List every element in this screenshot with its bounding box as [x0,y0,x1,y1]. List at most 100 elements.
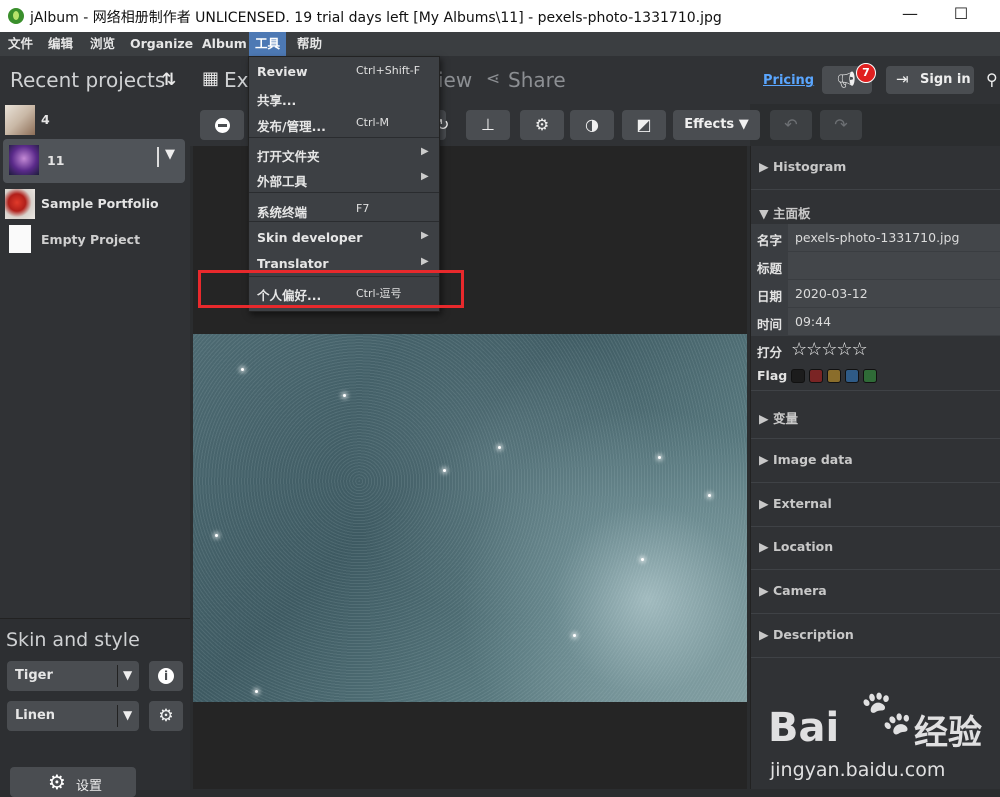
chevron-down-icon: ▼ [123,708,133,722]
jalbum-app-icon [8,8,24,24]
time-label: 时间 [757,317,783,332]
histogram-section[interactable]: ▶ Histogram [751,146,1000,190]
exposure-button[interactable]: ◩ [622,110,666,140]
gear-icon: ⚙ [158,706,174,726]
flag-green[interactable] [863,369,877,383]
rating-stars[interactable]: ☆☆☆☆☆ [791,339,868,360]
project-item-11[interactable]: 11 ▼ [3,139,185,183]
menu-item-shortcut: Ctrl-M [356,116,390,129]
sort-icon[interactable]: ⇅ [162,70,176,90]
project-name: 4 [41,112,50,127]
menu-album[interactable]: Album [196,32,253,56]
project-item-empty[interactable]: Empty Project [3,220,185,258]
highlight-box [198,270,464,308]
settings-button[interactable]: ⚙ 设置 [10,767,136,797]
megaphone-icon: 📢︎ [836,70,857,89]
menu-file[interactable]: 文件 [2,32,39,56]
project-thumbnail [5,105,35,135]
sign-in-icon: ⇥ [896,70,909,88]
project-item-4[interactable]: 4 [3,100,185,138]
zoom-out-button[interactable] [200,110,244,140]
chevron-down-icon[interactable]: ▼ [165,147,175,162]
menu-item-share[interactable]: 共享... [249,84,439,110]
section-header: ▶ Location [759,539,834,554]
menu-item-publish[interactable]: 发布/管理... Ctrl-M [249,110,439,136]
title-field[interactable] [788,252,1000,279]
info-icon: i [158,668,174,684]
settings-label: 设置 [76,779,103,794]
flag-red[interactable] [809,369,823,383]
menu-item-label: 共享... [257,93,297,108]
menu-item-skin-developer[interactable]: Skin developer ▶ [249,224,439,250]
undo-button[interactable]: ↶ [770,110,812,140]
skin-info-button[interactable]: i [149,661,183,691]
project-item-sample-portfolio[interactable]: Sample Portfolio [3,184,185,222]
variables-section[interactable]: ▶ 变量 [751,395,1000,439]
redo-button[interactable]: ↷ [820,110,862,140]
recent-projects-title: Recent projects [10,68,166,92]
time-value: 09:44 [795,314,832,329]
search-icon[interactable]: ⚲ [986,70,998,89]
flag-blue[interactable] [845,369,859,383]
watermark-url: jingyan.baidu.com [770,759,946,781]
photo-preview [193,334,747,702]
flag-row: Flag [751,362,1000,391]
menu-item-external-tools[interactable]: 外部工具 ▶ [249,165,439,191]
skin-settings-button[interactable]: ⚙ [149,701,183,731]
effects-button[interactable]: Effects ▼ [673,110,760,140]
divider [157,147,159,167]
undo-icon: ↶ [784,115,798,134]
menu-help[interactable]: 帮助 [291,32,328,56]
menu-item-label: Skin developer [257,230,363,245]
tab-share[interactable]: Share [508,68,566,92]
menu-item-review[interactable]: Review Ctrl+Shift-F [249,58,439,84]
location-section[interactable]: ▶ Location [751,526,1000,570]
main-panel-header: ▼ 主面板 [759,206,811,221]
watermark-jingyan: 经验 [914,713,982,753]
photo-detail [641,558,644,561]
section-header: ▶ Description [759,627,854,642]
menu-browse[interactable]: 浏览 [84,32,121,56]
external-section[interactable]: ▶ External [751,483,1000,527]
adjust-button[interactable]: ⚙ [520,110,564,140]
menu-organize[interactable]: Organize [124,32,199,56]
section-header: ▶ External [759,496,832,511]
watermark-bai: Bai [768,705,840,751]
pricing-link[interactable]: Pricing [763,73,814,88]
image-data-section[interactable]: ▶ Image data [751,439,1000,483]
style-select[interactable]: Linen ▼ [7,701,139,731]
gear-icon: ⚙ [48,770,66,794]
contrast-button[interactable]: ◑ [570,110,614,140]
minus-circle-icon [214,118,230,133]
menu-divider [249,192,439,193]
level-icon: ⊥ [481,115,495,134]
description-section[interactable]: ▶ Description [751,614,1000,658]
project-thumbnail [9,145,39,175]
main-panel-section[interactable]: ▼ 主面板 [751,190,1000,224]
menu-tools[interactable]: 工具 [249,32,287,56]
menu-divider [249,221,439,222]
camera-section[interactable]: ▶ Camera [751,570,1000,614]
straighten-button[interactable]: ⊥ [466,110,510,140]
grid-icon: ▦ [202,68,220,89]
menu-edit[interactable]: 编辑 [42,32,79,56]
menu-item-terminal[interactable]: 系统终端 F7 [249,196,439,222]
rating-label: 打分 [757,345,783,360]
sign-in-button[interactable]: ⇥ Sign in [886,66,974,94]
tab-explore[interactable]: Ex [224,68,248,92]
maximize-button[interactable]: ☐ [951,4,971,23]
menu-item-open-folder[interactable]: 打开文件夹 ▶ [249,140,439,166]
name-label: 名字 [757,233,783,248]
left-panel: Recent projects ⇅ 4 11 ▼ Sample Portfoli… [0,56,190,797]
menu-item-label: 打开文件夹 [257,149,320,164]
tab-preview[interactable]: iew [438,68,472,92]
baidu-jingyan-watermark: Bai 🐾︎ 经验 jingyan.baidu.com [768,685,996,785]
photo-detail [573,634,576,637]
date-row: 日期 2020-03-12 [751,280,1000,308]
skin-select[interactable]: Tiger ▼ [7,661,139,691]
menu-item-label: Translator [257,256,329,271]
minimize-button[interactable]: — [900,4,920,23]
notifications-button[interactable]: 📢︎ 7 [822,63,876,94]
flag-yellow[interactable] [827,369,841,383]
flag-none[interactable] [791,369,805,383]
